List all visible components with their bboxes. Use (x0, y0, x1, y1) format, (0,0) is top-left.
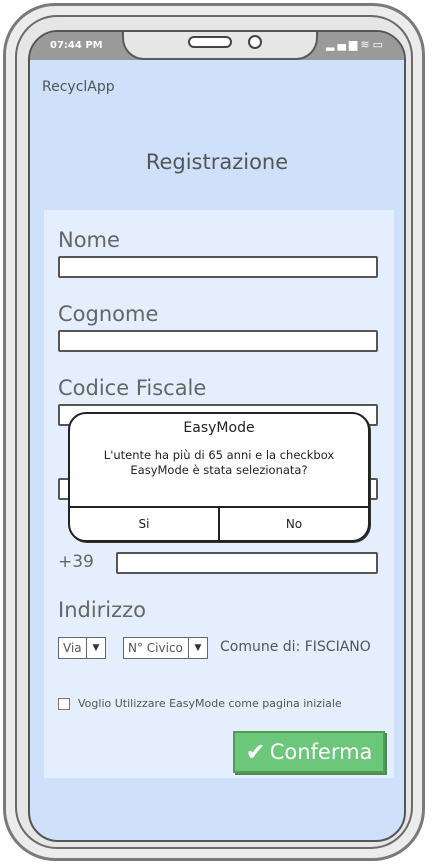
chevron-down-icon: ▼ (86, 638, 105, 658)
status-bar: 07:44 PM ▂▄▆≋▭ (30, 32, 404, 60)
easymode-dialog: EasyMode L'utente ha più di 65 anni e la… (68, 412, 370, 542)
checkmark-icon: ✔ (245, 738, 266, 766)
dialog-actions: Si No (70, 506, 368, 540)
nome-field[interactable] (58, 256, 378, 278)
dialog-yes-button[interactable]: Si (70, 508, 218, 540)
codice-fiscale-label: Codice Fiscale (58, 376, 207, 400)
phone-field[interactable] (116, 552, 378, 574)
civico-select[interactable]: N° Civico ▼ (123, 637, 208, 659)
dialog-message: L'utente ha più di 65 anni e la checkbox… (103, 448, 335, 477)
via-select-value: Via (63, 641, 82, 655)
app-title: RecyclApp (42, 79, 115, 95)
page-title: Registrazione (145, 150, 289, 174)
camera-icon (248, 35, 262, 49)
app-screen: 07:44 PM ▂▄▆≋▭ RecyclApp Registrazione N… (28, 30, 406, 842)
easymode-checkbox-row[interactable]: Voglio Utilizzare EasyMode come pagina i… (58, 697, 342, 710)
battery-icon: ▭ (372, 38, 386, 51)
nome-label: Nome (58, 228, 120, 252)
confirm-button[interactable]: ✔ Conferma (233, 731, 385, 773)
status-icons: ▂▄▆≋▭ (326, 38, 386, 51)
indirizzo-label: Indirizzo (58, 598, 147, 622)
cognome-label: Cognome (58, 302, 159, 326)
easymode-checkbox[interactable] (58, 697, 70, 710)
phone-prefix: +39 (58, 552, 94, 572)
confirm-button-label: Conferma (269, 740, 373, 764)
chevron-down-icon: ▼ (188, 638, 207, 658)
wifi-icon: ≋ (360, 38, 373, 51)
signal-icon: ▂▄▆ (325, 38, 361, 51)
easymode-checkbox-label: Voglio Utilizzare EasyMode come pagina i… (78, 697, 342, 710)
comune-text: Comune di: FISCIANO (220, 639, 371, 655)
via-select[interactable]: Via ▼ (58, 637, 106, 659)
cognome-field[interactable] (58, 330, 378, 352)
dialog-no-button[interactable]: No (218, 508, 368, 540)
status-time: 07:44 PM (50, 40, 103, 51)
civico-select-value: N° Civico (128, 641, 183, 655)
dialog-title: EasyMode (183, 420, 255, 436)
notch (122, 32, 318, 60)
speaker-icon (188, 36, 232, 48)
